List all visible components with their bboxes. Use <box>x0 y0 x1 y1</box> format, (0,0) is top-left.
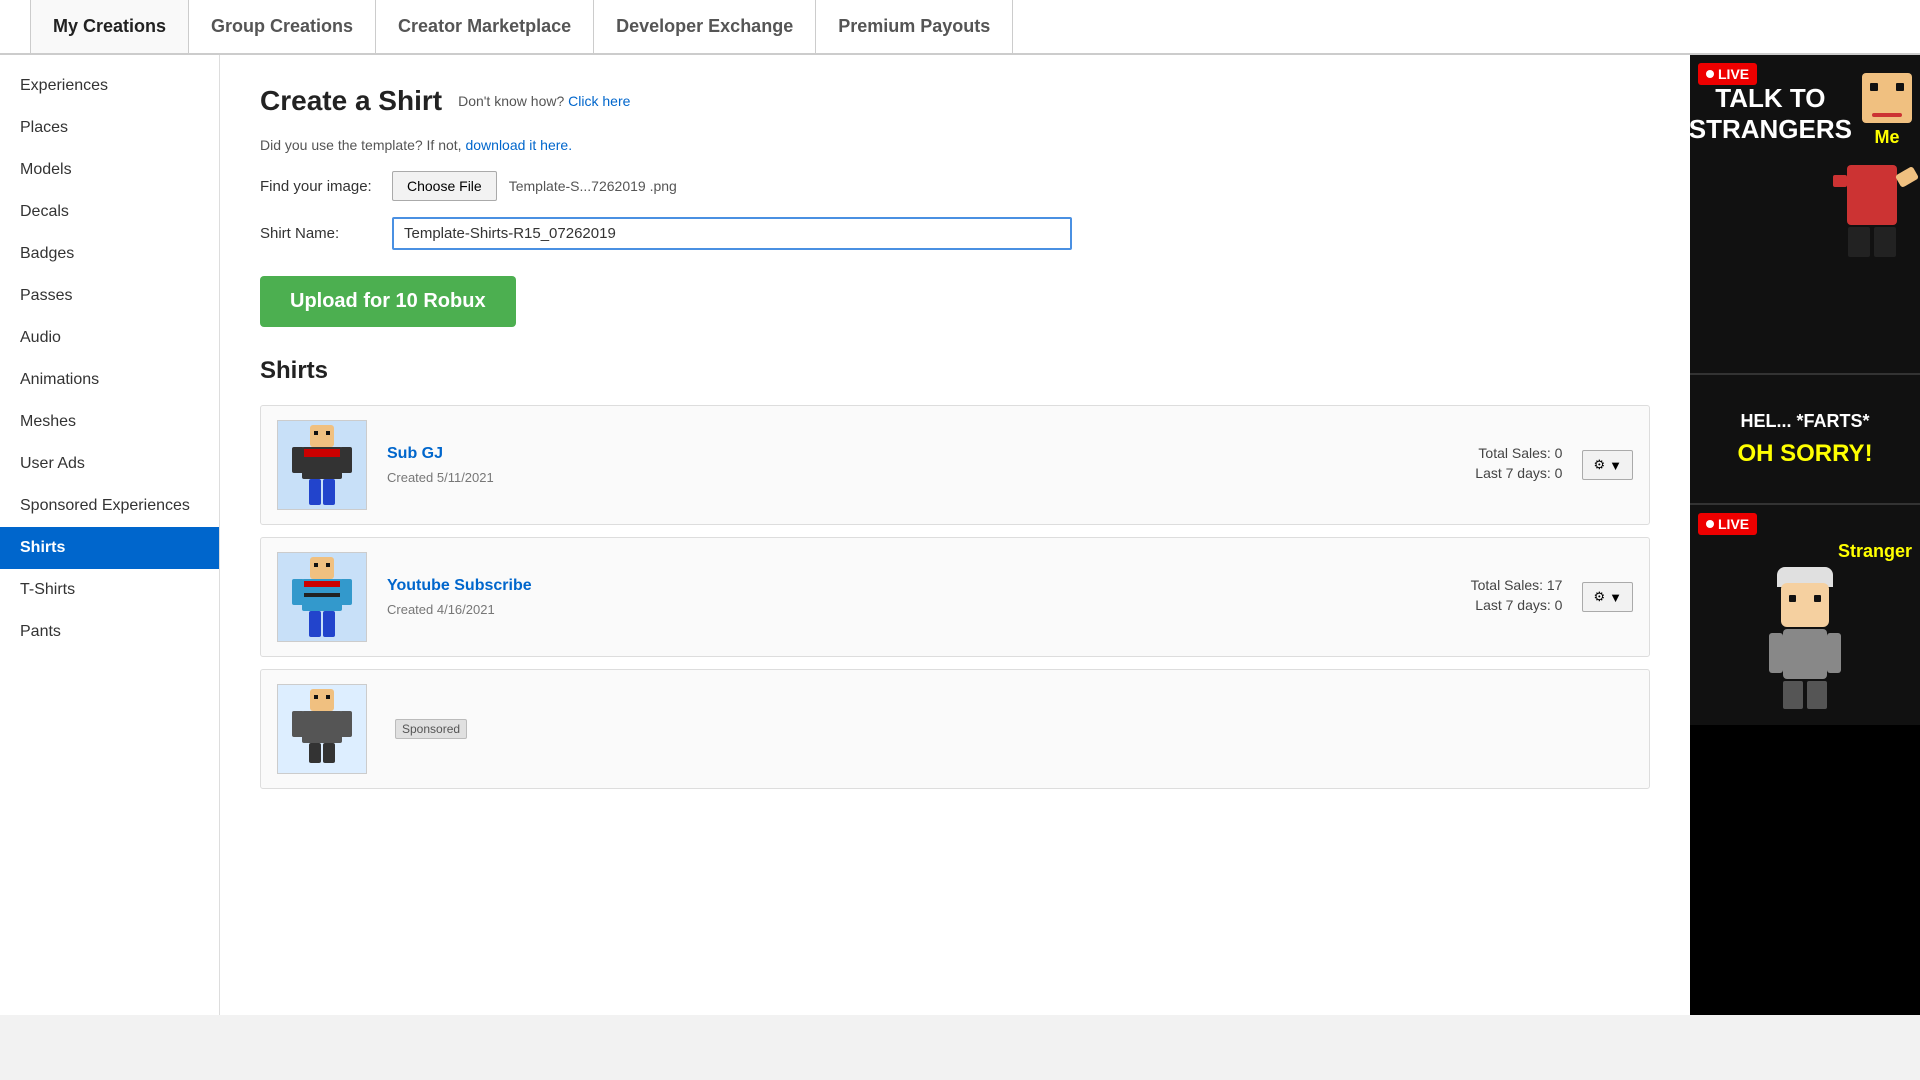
gear-icon-2: ⚙ <box>1593 589 1605 605</box>
shirt-item-sponsored: Sponsored <box>260 669 1650 789</box>
shirt-info-youtube-subscribe: Youtube Subscribe Created 4/16/2021 <box>387 577 1342 617</box>
sidebar-item-audio[interactable]: Audio <box>0 317 219 359</box>
shirt-action-gear-youtube[interactable]: ⚙ ▼ <box>1582 582 1633 612</box>
shirt-actions-youtube-subscribe: ⚙ ▼ <box>1582 582 1633 612</box>
total-sales-youtube-subscribe: Total Sales: 17 <box>1362 577 1562 593</box>
main-content: Create a Shirt Don't know how? Click her… <box>220 55 1690 1015</box>
sidebar-item-models[interactable]: Models <box>0 149 219 191</box>
tab-my-creations[interactable]: My Creations <box>30 0 189 53</box>
sidebar-item-t-shirts[interactable]: T-Shirts <box>0 569 219 611</box>
gear-icon: ⚙ <box>1593 457 1605 473</box>
ad1-live-label: LIVE <box>1718 66 1749 82</box>
dropdown-arrow-icon-2: ▼ <box>1609 590 1622 605</box>
choose-file-button[interactable]: Choose File <box>392 171 497 201</box>
shirt-actions-sub-gj: ⚙ ▼ <box>1582 450 1633 480</box>
sidebar-item-experiences[interactable]: Experiences <box>0 65 219 107</box>
shirt-info-sub-gj: Sub GJ Created 5/11/2021 <box>387 445 1342 485</box>
shirt-created-youtube-subscribe: Created 4/16/2021 <box>387 602 495 617</box>
tab-developer-exchange[interactable]: Developer Exchange <box>594 0 816 53</box>
ad1-char-body <box>1698 165 1912 257</box>
shirt-name-input[interactable] <box>392 217 1072 250</box>
ad1-title: TALK TOSTRANGERS <box>1690 73 1862 155</box>
shirt-figure-svg-3 <box>282 687 362 772</box>
last7-sub-gj: Last 7 days: 0 <box>1362 465 1562 481</box>
sidebar-item-meshes[interactable]: Meshes <box>0 401 219 443</box>
ad1-char-label: Me <box>1862 68 1912 148</box>
page-title: Create a Shirt <box>260 85 442 117</box>
sponsored-badge: Sponsored <box>395 719 467 739</box>
file-name-display: Template-S...7262019 .png <box>509 178 677 194</box>
sidebar-item-user-ads[interactable]: User Ads <box>0 443 219 485</box>
download-template-link[interactable]: download it here. <box>465 137 572 153</box>
shirt-thumbnail-youtube-subscribe <box>277 552 367 642</box>
find-image-label: Find your image: <box>260 178 380 195</box>
shirt-figure-svg-2 <box>282 555 362 640</box>
shirt-figure-svg <box>282 423 362 508</box>
shirt-created-sub-gj: Created 5/11/2021 <box>387 470 494 485</box>
sidebar-item-decals[interactable]: Decals <box>0 191 219 233</box>
sidebar-item-pants[interactable]: Pants <box>0 611 219 653</box>
dropdown-arrow-icon: ▼ <box>1609 458 1622 473</box>
sidebar-item-badges[interactable]: Badges <box>0 233 219 275</box>
ad3-live-badge: LIVE <box>1698 513 1757 535</box>
ad2-line2: OH SORRY! <box>1737 440 1872 468</box>
click-here-link[interactable]: Click here <box>568 93 630 109</box>
shirt-item-sub-gj: Sub GJ Created 5/11/2021 Total Sales: 0 … <box>260 405 1650 525</box>
upload-button[interactable]: Upload for 10 Robux <box>260 276 516 327</box>
live-dot-3 <box>1706 520 1714 528</box>
shirt-stats-sub-gj: Total Sales: 0 Last 7 days: 0 <box>1362 445 1562 485</box>
shirt-action-gear-sub-gj[interactable]: ⚙ ▼ <box>1582 450 1633 480</box>
shirt-thumbnail-sub-gj <box>277 420 367 510</box>
shirt-name-link-sub-gj[interactable]: Sub GJ <box>387 445 1342 463</box>
sidebar-item-places[interactable]: Places <box>0 107 219 149</box>
shirts-section-title: Shirts <box>260 357 1650 385</box>
sidebar: Experiences Places Models Decals Badges … <box>0 55 220 1015</box>
shirt-name-label: Shirt Name: <box>260 225 380 242</box>
find-image-row: Find your image: Choose File Template-S.… <box>260 171 1650 201</box>
ad3-char-label: Stranger <box>1838 541 1912 562</box>
sidebar-item-sponsored-experiences[interactable]: Sponsored Experiences <box>0 485 219 527</box>
sidebar-item-animations[interactable]: Animations <box>0 359 219 401</box>
shirt-stats-youtube-subscribe: Total Sales: 17 Last 7 days: 0 <box>1362 577 1562 617</box>
top-navigation: My Creations Group Creations Creator Mar… <box>0 0 1920 55</box>
shirt-thumbnail-sponsored <box>277 684 367 774</box>
shirt-name-row: Shirt Name: <box>260 217 1650 250</box>
last7-youtube-subscribe: Last 7 days: 0 <box>1362 597 1562 613</box>
ad-block-farts[interactable]: HEL... *FARTS* OH SORRY! <box>1690 375 1920 505</box>
ad-block-stranger[interactable]: LIVE Stranger <box>1690 505 1920 725</box>
main-layout: Experiences Places Models Decals Badges … <box>0 55 1920 1015</box>
ad1-live-badge: LIVE <box>1698 63 1757 85</box>
sidebar-item-passes[interactable]: Passes <box>0 275 219 317</box>
tab-premium-payouts[interactable]: Premium Payouts <box>816 0 1013 53</box>
template-notice: Did you use the template? If not, downlo… <box>260 137 1650 153</box>
ad-block-talk-to-strangers[interactable]: LIVE TALK TOSTRANGERS Me <box>1690 55 1920 375</box>
shirt-name-link-youtube-subscribe[interactable]: Youtube Subscribe <box>387 577 1342 595</box>
tab-group-creations[interactable]: Group Creations <box>189 0 376 53</box>
total-sales-sub-gj: Total Sales: 0 <box>1362 445 1562 461</box>
tab-creator-marketplace[interactable]: Creator Marketplace <box>376 0 594 53</box>
sidebar-item-shirts[interactable]: Shirts <box>0 527 219 569</box>
help-text: Don't know how? Click here <box>458 93 630 109</box>
ad-sidebar: LIVE TALK TOSTRANGERS Me <box>1690 55 1920 1015</box>
ad3-live-label: LIVE <box>1718 516 1749 532</box>
create-shirt-header: Create a Shirt Don't know how? Click her… <box>260 85 1650 117</box>
shirt-info-sponsored: Sponsored <box>387 719 1633 739</box>
ad2-line1: HEL... *FARTS* <box>1740 411 1869 432</box>
ad3-char-figure <box>1777 567 1833 709</box>
live-dot-1 <box>1706 70 1714 78</box>
shirt-item-youtube-subscribe: Youtube Subscribe Created 4/16/2021 Tota… <box>260 537 1650 657</box>
